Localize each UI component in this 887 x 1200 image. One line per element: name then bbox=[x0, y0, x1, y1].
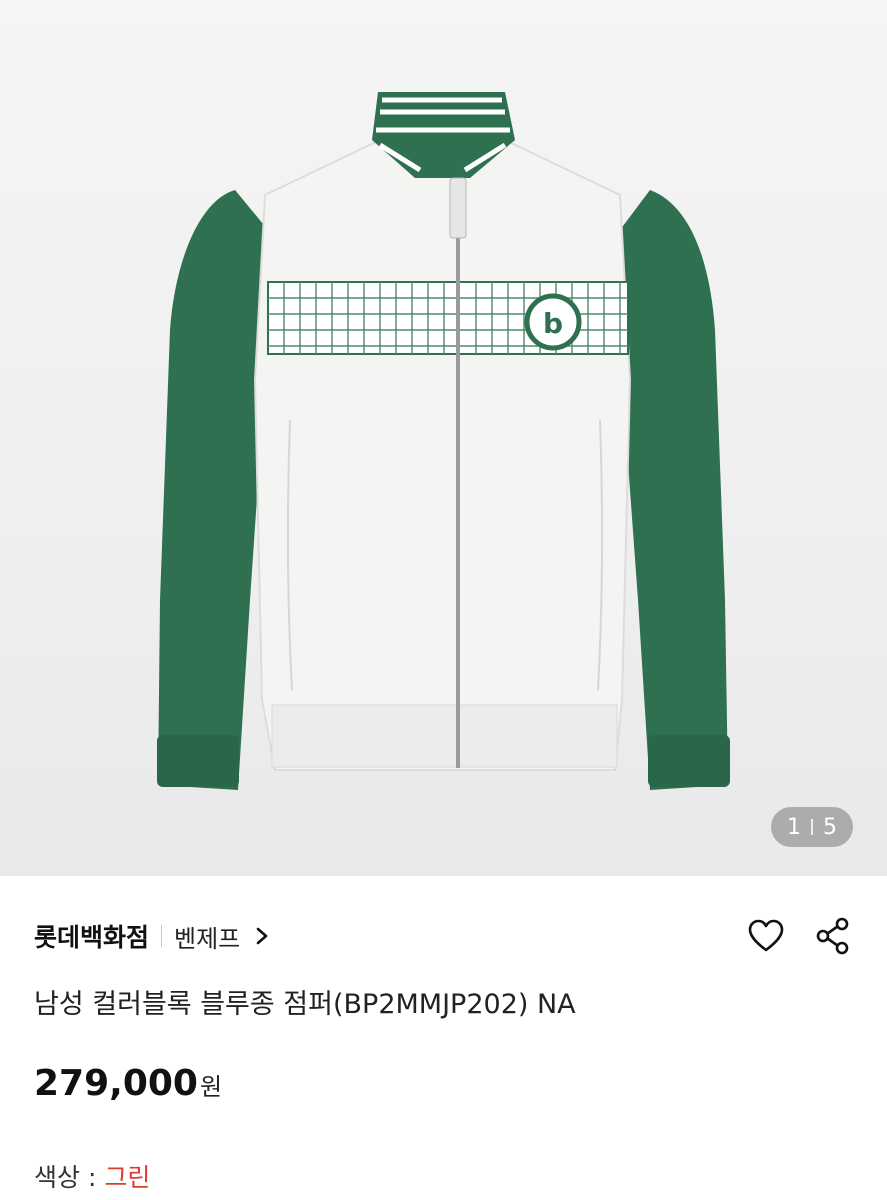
product-image-carousel[interactable]: b 1 5 bbox=[0, 0, 887, 876]
share-icon bbox=[816, 917, 849, 955]
price-row: 279,000 원 bbox=[34, 1063, 222, 1104]
jacket-image: b bbox=[157, 92, 730, 790]
seller-divider bbox=[161, 925, 163, 947]
brand-name[interactable]: 벤제프 bbox=[174, 919, 240, 954]
svg-text:b: b bbox=[543, 307, 563, 340]
pager-total: 5 bbox=[823, 814, 837, 840]
store-name[interactable]: 롯데백화점 bbox=[34, 918, 149, 954]
color-option-value: 그린 bbox=[104, 1163, 151, 1192]
wishlist-button[interactable] bbox=[746, 916, 786, 956]
color-option: 색상 : 그린 bbox=[34, 1158, 150, 1194]
share-button[interactable] bbox=[813, 916, 853, 956]
chevron-right-icon[interactable] bbox=[252, 926, 272, 946]
currency-label: 원 bbox=[199, 1073, 223, 1101]
pager-separator bbox=[811, 819, 813, 835]
product-title: 남성 컬러블록 블루종 점퍼(BP2MMJP202) NA bbox=[34, 989, 576, 1020]
product-detail-page: b 1 5 롯데백화점 벤제프 남성 컬러블록 블루종 점퍼(BP2MMJP20… bbox=[0, 0, 887, 1200]
seller-row[interactable]: 롯데백화점 벤제프 bbox=[34, 913, 272, 959]
heart-icon bbox=[748, 919, 784, 952]
image-pager: 1 5 bbox=[771, 807, 853, 847]
pager-current: 1 bbox=[787, 814, 801, 840]
color-option-label: 색상 : bbox=[34, 1163, 105, 1192]
product-price: 279,000 bbox=[34, 1063, 198, 1104]
